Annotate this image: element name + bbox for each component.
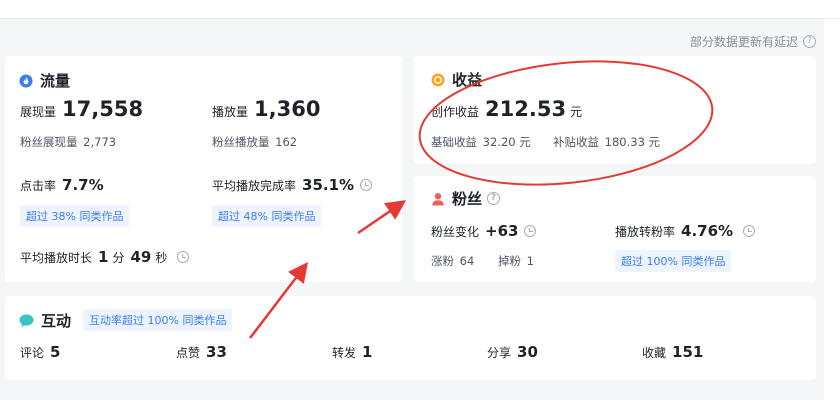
- ctr-metric: 点击率 7.7%: [20, 176, 104, 194]
- fan-gain-value: 64: [459, 254, 475, 268]
- ctr-value: 7.7%: [62, 176, 104, 194]
- interaction-compare-tag: 互动率超过 100% 同类作品: [83, 309, 233, 331]
- fan-loss-label: 掉粉: [498, 254, 521, 268]
- fans-card: 粉丝 ? 粉丝变化 +63 播放转粉率 4.76% 涨粉 64 掉粉 1 超过 …: [414, 176, 816, 282]
- fan-impressions-label: 粉丝展现量: [20, 135, 78, 149]
- avg-duration-label: 平均播放时长: [20, 251, 93, 265]
- creation-income-label: 创作收益: [431, 105, 480, 119]
- comments-metric: 评论 5: [20, 343, 60, 361]
- fans-title-text: 粉丝: [452, 190, 483, 208]
- comments-label: 评论: [20, 346, 45, 360]
- creation-income-metric: 创作收益 212.53 元: [431, 97, 582, 121]
- avg-duration-metric: 平均播放时长 1 分 49 秒: [20, 248, 190, 266]
- likes-metric: 点赞 33: [176, 343, 227, 361]
- bonus-income: 补贴收益 180.33 元: [553, 134, 660, 150]
- interaction-title-text: 互动: [41, 312, 72, 330]
- fan-gain: 涨粉 64: [431, 253, 474, 269]
- base-income-label: 基础收益: [431, 135, 477, 149]
- bonus-income-value: 180.33 元: [604, 135, 661, 149]
- interaction-card: 互动 互动率超过 100% 同类作品 评论 5 点赞 33 转发 1 分享 30…: [5, 296, 816, 380]
- completion-metric: 平均播放完成率 35.1%: [212, 176, 373, 194]
- income-title-text: 收益: [452, 71, 483, 89]
- fan-change-value: +63: [485, 222, 519, 240]
- favorites-label: 收藏: [642, 346, 667, 360]
- coin-icon: [431, 73, 445, 86]
- fans-title: 粉丝 ?: [431, 188, 501, 209]
- plays-metric: 播放量 1,360: [212, 97, 320, 121]
- clock-icon[interactable]: [177, 251, 190, 263]
- impressions-value: 17,558: [62, 97, 144, 121]
- impressions-label: 展现量: [20, 105, 57, 119]
- bonus-income-label: 补贴收益: [553, 135, 599, 149]
- favorites-value: 151: [672, 343, 704, 361]
- fan-plays-value: 162: [275, 135, 298, 149]
- traffic-card: 流量 展现量 17,558 播放量 1,360 粉丝展现量 2,773 粉丝播放…: [5, 56, 402, 282]
- traffic-title: 流量: [19, 70, 70, 91]
- avg-duration-sec-unit: 秒: [155, 251, 168, 265]
- clock-icon[interactable]: [360, 179, 373, 191]
- ctr-compare-tag: 超过 38% 同类作品: [20, 205, 130, 227]
- fan-plays-label: 粉丝播放量: [212, 135, 270, 149]
- base-income: 基础收益 32.20 元: [431, 134, 531, 150]
- question-icon[interactable]: ?: [487, 192, 501, 205]
- conversion-compare-tag: 超过 100% 同类作品: [615, 250, 732, 272]
- avg-duration-sec: 49: [130, 248, 152, 266]
- fan-impressions: 粉丝展现量 2,773: [20, 134, 116, 150]
- reposts-metric: 转发 1: [332, 343, 372, 361]
- reposts-value: 1: [362, 343, 373, 361]
- clock-icon[interactable]: [743, 225, 756, 237]
- conversion-label: 播放转粉率: [615, 225, 676, 239]
- comments-value: 5: [50, 343, 61, 361]
- favorites-metric: 收藏 151: [642, 343, 703, 361]
- data-delay-note: 部分数据更新有延迟 ?: [690, 33, 816, 50]
- chat-icon: [19, 314, 34, 327]
- completion-label: 平均播放完成率: [212, 179, 297, 193]
- creation-income-unit: 元: [570, 105, 583, 119]
- data-delay-text: 部分数据更新有延迟: [689, 35, 798, 49]
- income-title: 收益: [431, 69, 482, 90]
- fan-plays: 粉丝播放量 162: [212, 134, 297, 150]
- likes-value: 33: [206, 343, 227, 361]
- creation-income-value: 212.53: [485, 97, 567, 121]
- shares-label: 分享: [487, 346, 512, 360]
- impressions-metric: 展现量 17,558: [20, 97, 143, 121]
- fan-impressions-value: 2,773: [83, 135, 117, 149]
- flame-icon: [19, 74, 33, 87]
- completion-value: 35.1%: [302, 176, 355, 194]
- top-bar: [0, 0, 840, 19]
- person-icon: [432, 192, 444, 205]
- fan-change-label: 粉丝变化: [431, 225, 480, 239]
- shares-value: 30: [517, 343, 538, 361]
- shares-metric: 分享 30: [487, 343, 538, 361]
- fan-change-metric: 粉丝变化 +63: [431, 222, 537, 240]
- scroll-gutter[interactable]: [824, 19, 840, 400]
- traffic-title-text: 流量: [40, 72, 71, 90]
- plays-value: 1,360: [254, 97, 321, 121]
- reposts-label: 转发: [332, 346, 357, 360]
- plays-label: 播放量: [212, 105, 249, 119]
- avg-duration-min: 1: [98, 248, 109, 266]
- conversion-value: 4.76%: [681, 222, 734, 240]
- fan-loss: 掉粉 1: [498, 253, 534, 269]
- base-income-value: 32.20 元: [482, 135, 531, 149]
- likes-label: 点赞: [176, 346, 201, 360]
- completion-compare-tag: 超过 48% 同类作品: [212, 205, 322, 227]
- ctr-label: 点击率: [20, 179, 57, 193]
- fan-loss-value: 1: [526, 254, 534, 268]
- question-icon[interactable]: ?: [803, 35, 816, 48]
- income-card: 收益 创作收益 212.53 元 基础收益 32.20 元 补贴收益 180.3…: [414, 56, 816, 164]
- fan-gain-label: 涨粉: [431, 254, 454, 268]
- interaction-title: 互动: [19, 310, 71, 331]
- conversion-metric: 播放转粉率 4.76%: [615, 222, 756, 240]
- avg-duration-min-unit: 分: [112, 251, 125, 265]
- clock-icon[interactable]: [524, 225, 537, 237]
